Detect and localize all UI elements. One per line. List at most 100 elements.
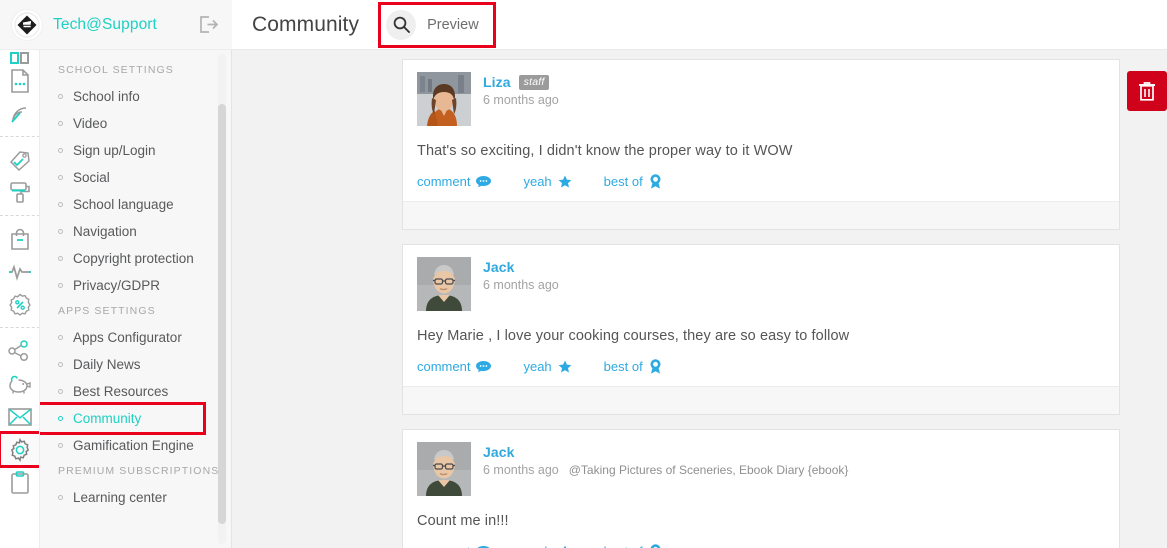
post-author-line: Jack xyxy=(483,259,559,275)
rail-divider xyxy=(0,327,39,328)
bullet-icon xyxy=(58,389,63,394)
status-badge: staff xyxy=(518,74,550,90)
avatar[interactable] xyxy=(417,72,471,126)
tag-pencil-icon[interactable] xyxy=(0,143,39,176)
page-title: Community xyxy=(252,12,360,36)
post-text: That's so exciting, I didn't know the pr… xyxy=(417,143,793,159)
post-header: Liza staff 6 months ago xyxy=(417,72,1105,126)
bullet-icon xyxy=(58,229,63,234)
post-time-line: 6 months ago @Taking Pictures of Sceneri… xyxy=(483,463,848,477)
post-author[interactable]: Jack xyxy=(483,444,515,460)
star-icon xyxy=(558,545,572,548)
yeah-label: yeah xyxy=(523,544,551,548)
post-author[interactable]: Liza xyxy=(483,74,511,90)
sidebar-item-copyright-protection[interactable]: Copyright protection xyxy=(40,245,231,272)
sidebar-item-navigation[interactable]: Navigation xyxy=(40,218,231,245)
post-timestamp: 6 months ago xyxy=(483,463,559,477)
logout-icon[interactable] xyxy=(200,16,218,33)
yeah-action[interactable]: yeah xyxy=(523,174,572,189)
sidebar-item-label: Privacy/GDPR xyxy=(73,278,161,293)
sidebar-item-community[interactable]: Community xyxy=(40,402,206,435)
sidebar-item-label: Daily News xyxy=(73,357,141,372)
paint-roller-icon[interactable] xyxy=(0,176,39,209)
page-icon[interactable] xyxy=(0,64,39,97)
app-root: Tech@Support SCHOOL SETTINGS School info… xyxy=(0,0,1167,548)
affiliate-share-icon[interactable] xyxy=(0,334,39,367)
sidebar-item-label: Community xyxy=(73,411,142,426)
sidebar-scrollbar-thumb[interactable] xyxy=(218,104,226,524)
sidebar-item-apps-configurator[interactable]: Apps Configurator xyxy=(40,324,231,351)
delete-button[interactable] xyxy=(1127,71,1167,111)
avatar[interactable] xyxy=(417,257,471,311)
comment-action[interactable]: comment xyxy=(417,174,492,189)
yeah-label: yeah xyxy=(523,359,552,374)
sidebar-item-label: School language xyxy=(73,197,174,212)
mail-envelope-icon[interactable] xyxy=(0,400,39,433)
shopping-bag-icon[interactable] xyxy=(0,222,39,255)
sidebar-item-gamification-engine[interactable]: Gamification Engine xyxy=(40,432,231,459)
blog-feed-icon[interactable] xyxy=(0,97,39,130)
bullet-icon xyxy=(58,94,63,99)
post-timestamp: 6 months ago xyxy=(483,278,559,292)
bullet-icon xyxy=(58,175,63,180)
diamond-logo-icon[interactable] xyxy=(12,9,42,40)
rail-divider xyxy=(0,215,39,216)
card-footer xyxy=(403,201,1119,229)
nav-group-title-premium-subscriptions: PREMIUM SUBSCRIPTIONS xyxy=(58,465,220,477)
post-time-line: 6 months ago xyxy=(483,278,559,292)
post-meta: Jack 6 months ago xyxy=(483,257,559,311)
settings-gear-icon[interactable] xyxy=(0,431,39,468)
clipboard-icon[interactable] xyxy=(0,466,39,499)
dashboard-icon[interactable] xyxy=(0,50,39,64)
post-meta: Liza staff 6 months ago xyxy=(483,72,559,126)
best-of-label: best of xyxy=(603,174,643,189)
discount-percent-icon[interactable] xyxy=(0,288,39,321)
post-time-line: 6 months ago xyxy=(483,93,559,107)
comment-action[interactable]: comment xyxy=(417,359,492,374)
sidebar-item-label: Learning center xyxy=(73,490,167,505)
award-ribbon-icon xyxy=(649,544,662,548)
comment-action[interactable]: comment xyxy=(417,544,491,548)
topbar: Community Preview xyxy=(232,0,1167,50)
sidebar-item-label: Best Resources xyxy=(73,384,169,399)
bullet-icon xyxy=(58,335,63,340)
sidebar-item-learning-center[interactable]: Learning center xyxy=(40,484,231,511)
star-icon xyxy=(558,175,572,189)
post-header: Jack 6 months ago xyxy=(417,257,1105,311)
yeah-action[interactable]: yeah xyxy=(523,544,571,548)
bullet-icon xyxy=(58,202,63,207)
post-timestamp: 6 months ago xyxy=(483,93,559,107)
bullet-icon xyxy=(58,362,63,367)
sidebar-item-label: Navigation xyxy=(73,224,137,239)
sidebar-item-best-resources[interactable]: Best Resources xyxy=(40,378,231,405)
sidebar-item-daily-news[interactable]: Daily News xyxy=(40,351,231,378)
rail-divider xyxy=(0,136,39,137)
sidebar-header: Tech@Support xyxy=(0,0,232,50)
analytics-pulse-icon[interactable] xyxy=(0,255,39,288)
best-of-action[interactable]: best of xyxy=(604,174,662,189)
sidebar-item-school-info[interactable]: School info xyxy=(40,83,231,110)
sidebar-item-social[interactable]: Social xyxy=(40,164,231,191)
yeah-label: yeah xyxy=(523,174,552,189)
brand-name[interactable]: Tech@Support xyxy=(53,16,157,34)
sidebar-item-label: Social xyxy=(73,170,110,185)
avatar[interactable] xyxy=(417,442,471,496)
nav-group-title-apps-settings: APPS SETTINGS xyxy=(58,305,156,317)
star-icon xyxy=(558,360,572,374)
post-actions: comment yeah best of xyxy=(417,344,1105,386)
sidebar-item-video[interactable]: Video xyxy=(40,110,231,137)
sidebar-item-privacy-gdpr[interactable]: Privacy/GDPR xyxy=(40,272,231,299)
yeah-action[interactable]: yeah xyxy=(523,359,572,374)
sidebar-item-school-language[interactable]: School language xyxy=(40,191,231,218)
best-of-action[interactable]: best of xyxy=(604,359,662,374)
sidebar-item-label: Copyright protection xyxy=(73,251,194,266)
post-body: Liza staff 6 months ago That's so exciti… xyxy=(403,60,1119,201)
piggy-bank-icon[interactable] xyxy=(0,367,39,400)
preview-label: Preview xyxy=(427,16,479,33)
post-author[interactable]: Jack xyxy=(483,259,515,275)
preview-button[interactable]: Preview xyxy=(378,1,496,48)
sidebar-item-sign-up-login[interactable]: Sign up/Login xyxy=(40,137,231,164)
avatar-man-photo xyxy=(417,442,471,496)
best-of-action[interactable]: best of xyxy=(604,544,662,548)
bullet-icon xyxy=(58,256,63,261)
